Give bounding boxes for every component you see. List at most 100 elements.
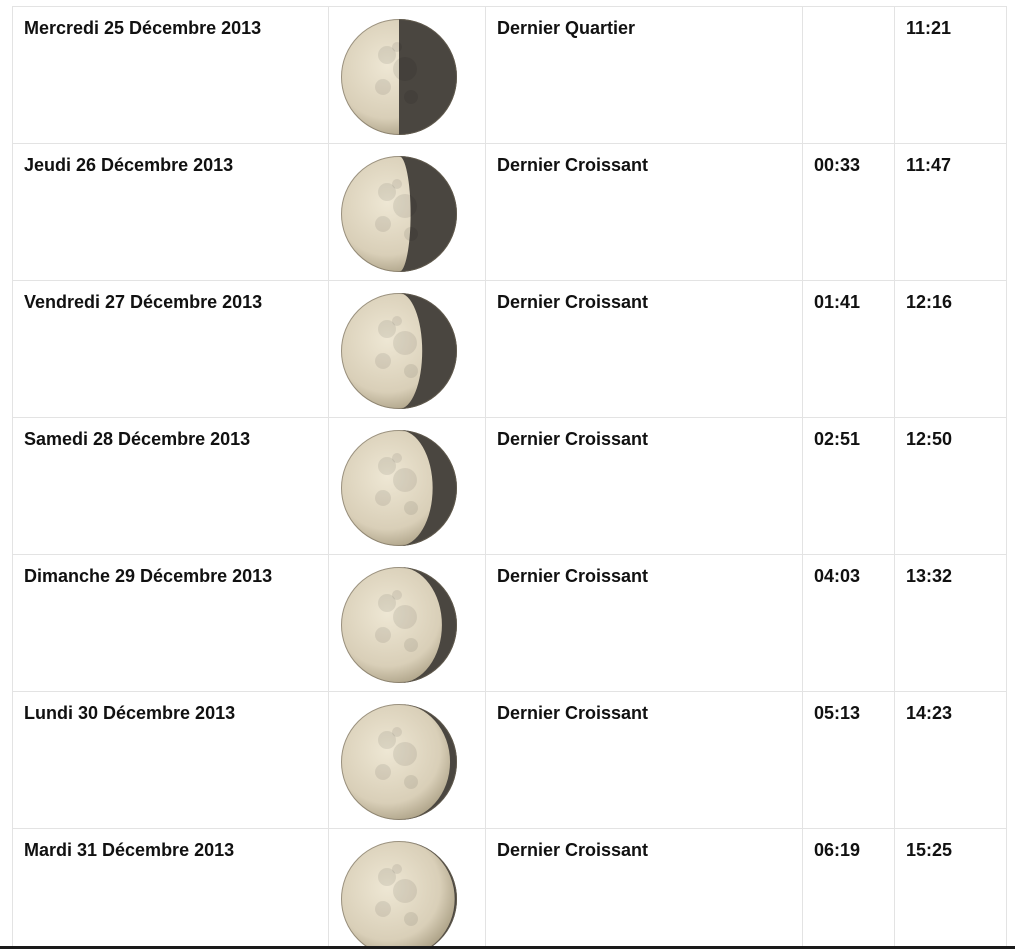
phase-text: Dernier Croissant — [497, 840, 649, 860]
date-cell: Vendredi 27 Décembre 2013 — [12, 280, 329, 418]
phase-text: Dernier Croissant — [497, 292, 649, 312]
moon-crater — [375, 901, 391, 917]
moon-crater — [404, 90, 418, 104]
moonset-cell: 12:16 — [894, 280, 1007, 418]
moon-crater — [404, 775, 418, 789]
phase-cell: Dernier Croissant — [485, 417, 803, 555]
moon-crater — [375, 764, 391, 780]
moonrise-cell: 01:41 — [802, 280, 895, 418]
moon-crater — [393, 194, 417, 218]
moonset-time: 12:16 — [906, 292, 953, 312]
phase-cell: Dernier Quartier — [485, 6, 803, 144]
table-row: Mardi 31 Décembre 2013 Dernier Croissant… — [12, 828, 1007, 949]
moon-crater — [392, 727, 402, 737]
moon-image-cell — [328, 143, 486, 281]
moon-image-cell — [328, 417, 486, 555]
moon-crater — [404, 912, 418, 926]
page-frame: Mercredi 25 Décembre 2013 Dernier Quarti… — [0, 0, 1015, 949]
moon-crater — [393, 605, 417, 629]
moonset-cell: 12:50 — [894, 417, 1007, 555]
moonset-time: 11:47 — [906, 155, 952, 175]
moonrise-cell: 04:03 — [802, 554, 895, 692]
table-row: Dimanche 29 Décembre 2013 Dernier Croiss… — [12, 554, 1007, 692]
moonset-time: 13:32 — [906, 566, 953, 586]
moonset-cell: 14:23 — [894, 691, 1007, 829]
date-text: Vendredi 27 Décembre 2013 — [24, 292, 263, 312]
moonrise-cell: 06:19 — [802, 828, 895, 949]
moon-phase-image — [341, 156, 457, 272]
date-text: Jeudi 26 Décembre 2013 — [24, 155, 234, 175]
moon-crater — [375, 216, 391, 232]
moonrise-time: 05:13 — [814, 703, 861, 723]
moon-crater — [375, 353, 391, 369]
moon-crater — [393, 742, 417, 766]
moon-image-cell — [328, 554, 486, 692]
date-text: Lundi 30 Décembre 2013 — [24, 703, 236, 723]
phase-cell: Dernier Croissant — [485, 691, 803, 829]
moonrise-time: 00:33 — [814, 155, 861, 175]
moon-phase-table: Mercredi 25 Décembre 2013 Dernier Quarti… — [12, 6, 1007, 949]
phase-cell: Dernier Croissant — [485, 143, 803, 281]
moon-image-cell — [328, 828, 486, 949]
table-row: Jeudi 26 Décembre 2013 Dernier Croissant… — [12, 143, 1007, 281]
moonset-time: 15:25 — [906, 840, 953, 860]
phase-text: Dernier Croissant — [497, 429, 649, 449]
date-text: Samedi 28 Décembre 2013 — [24, 429, 251, 449]
moon-crater — [393, 468, 417, 492]
moonrise-time: 04:03 — [814, 566, 861, 586]
moonset-cell: 13:32 — [894, 554, 1007, 692]
moon-crater — [375, 627, 391, 643]
phase-text: Dernier Croissant — [497, 703, 649, 723]
moon-phase-image — [341, 19, 457, 135]
table-row: Samedi 28 Décembre 2013 Dernier Croissan… — [12, 417, 1007, 555]
moon-crater — [392, 179, 402, 189]
moon-crater — [392, 453, 402, 463]
moon-crater — [404, 501, 418, 515]
moonset-time: 11:21 — [906, 18, 952, 38]
moonset-cell: 11:21 — [894, 6, 1007, 144]
moon-crater — [392, 42, 402, 52]
moonset-time: 14:23 — [906, 703, 953, 723]
moon-phase-image — [341, 567, 457, 683]
phase-cell: Dernier Croissant — [485, 280, 803, 418]
phase-text: Dernier Quartier — [497, 18, 636, 38]
moon-crater — [392, 316, 402, 326]
moonrise-time: 01:41 — [814, 292, 861, 312]
date-cell: Dimanche 29 Décembre 2013 — [12, 554, 329, 692]
moon-crater — [404, 364, 418, 378]
moon-crater — [393, 879, 417, 903]
moon-crater — [393, 57, 417, 81]
moonset-time: 12:50 — [906, 429, 953, 449]
phase-text: Dernier Croissant — [497, 155, 649, 175]
moonset-cell: 15:25 — [894, 828, 1007, 949]
moon-phase-image — [341, 841, 457, 949]
date-cell: Mardi 31 Décembre 2013 — [12, 828, 329, 949]
date-cell: Samedi 28 Décembre 2013 — [12, 417, 329, 555]
date-text: Mardi 31 Décembre 2013 — [24, 840, 235, 860]
date-cell: Jeudi 26 Décembre 2013 — [12, 143, 329, 281]
moonrise-time: 02:51 — [814, 429, 861, 449]
moon-crater — [404, 227, 418, 241]
moonrise-time: 06:19 — [814, 840, 861, 860]
table-row: Vendredi 27 Décembre 2013 Dernier Croiss… — [12, 280, 1007, 418]
moon-image-cell — [328, 691, 486, 829]
date-text: Dimanche 29 Décembre 2013 — [24, 566, 273, 586]
date-cell: Mercredi 25 Décembre 2013 — [12, 6, 329, 144]
moon-crater — [392, 864, 402, 874]
table-row: Mercredi 25 Décembre 2013 Dernier Quarti… — [12, 6, 1007, 144]
moon-crater — [392, 590, 402, 600]
moonrise-time — [803, 7, 894, 18]
moon-phase-image — [341, 293, 457, 409]
date-text: Mercredi 25 Décembre 2013 — [24, 18, 262, 38]
date-cell: Lundi 30 Décembre 2013 — [12, 691, 329, 829]
moon-image-cell — [328, 280, 486, 418]
moonrise-cell: 05:13 — [802, 691, 895, 829]
moon-phase-image — [341, 704, 457, 820]
moonset-cell: 11:47 — [894, 143, 1007, 281]
moonrise-cell: 00:33 — [802, 143, 895, 281]
moon-crater — [404, 638, 418, 652]
moonrise-cell: 02:51 — [802, 417, 895, 555]
phase-cell: Dernier Croissant — [485, 828, 803, 949]
moon-phase-image — [341, 430, 457, 546]
moon-crater — [375, 79, 391, 95]
